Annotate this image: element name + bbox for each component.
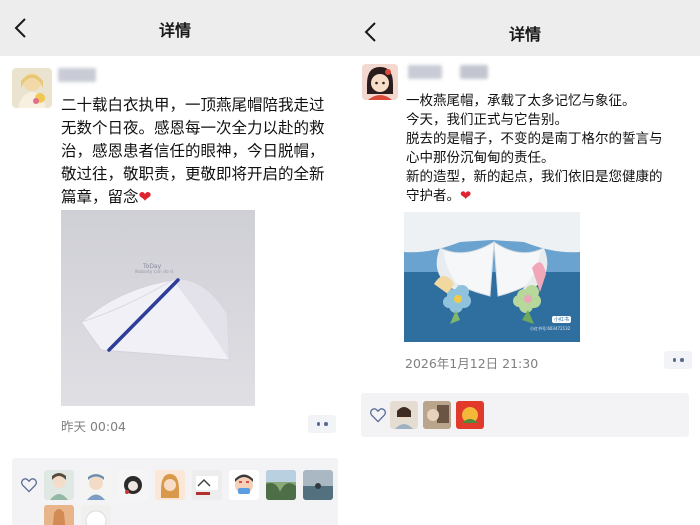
post-line: 守护者。	[406, 188, 460, 204]
post-line: 今天，我们正式与它告别。	[406, 112, 568, 128]
like-avatar[interactable]	[81, 505, 111, 525]
photo-caption: Nobody can do it	[135, 270, 174, 275]
photo-caption: ToDay	[143, 263, 162, 270]
post-line: 敬过往，敬职责，更敬即将开启的全新	[61, 165, 325, 183]
like-avatar[interactable]	[456, 401, 484, 429]
page-title: 详情	[508, 25, 541, 44]
post-timestamp: 昨天 00:04	[61, 419, 126, 434]
nav-bar: 详情	[0, 0, 350, 56]
like-avatar[interactable]	[192, 470, 222, 500]
avatar[interactable]	[12, 68, 52, 108]
post-timestamp: 2026年1月12日 21:30	[405, 356, 539, 371]
post-line: 心中那份沉甸甸的责任。	[406, 150, 555, 166]
more-options-button[interactable]	[308, 415, 336, 433]
heart-emoji: ❤	[138, 188, 152, 206]
user-name-blurred[interactable]	[408, 65, 442, 79]
like-avatar[interactable]	[229, 470, 259, 500]
more-options-button[interactable]	[664, 351, 692, 369]
post-photo[interactable]: 小红书 小红书号:603472132	[404, 212, 580, 342]
like-avatar[interactable]	[390, 401, 418, 429]
like-avatar[interactable]	[44, 470, 74, 500]
photo-watermark-brand: 小红书	[552, 316, 572, 323]
post-line: 脱去的是帽子，不变的是南丁格尔的誓言与	[406, 131, 663, 147]
post-text: 二十载白衣执甲，一顶燕尾帽陪我走过 无数个日夜。感恩每一次全力以赴的救 治，感恩…	[61, 94, 346, 209]
post-line: 无数个日夜。感恩每一次全力以赴的救	[61, 119, 325, 137]
moment-detail-left: 详情 二十载白衣执甲，一顶燕尾帽陪我走过 无数个日夜。感恩每一次全力以赴的救 治…	[0, 0, 350, 525]
avatar[interactable]	[362, 64, 398, 100]
user-name-blurred[interactable]	[460, 65, 488, 79]
post-line: 一枚燕尾帽，承载了太多记忆与象征。	[406, 93, 636, 109]
likes-section	[361, 393, 689, 437]
user-name-blurred[interactable]	[58, 68, 96, 82]
more-dots-icon	[672, 358, 676, 362]
post-line: 治，感恩患者信任的眼神，今日脱帽，	[61, 142, 325, 160]
more-dots-icon	[316, 422, 320, 426]
post-line: 新的造型，新的起点，我们依旧是您健康的	[406, 169, 663, 185]
heart-outline-icon	[369, 408, 387, 423]
more-dots-icon	[680, 358, 684, 362]
more-dots-icon	[324, 422, 328, 426]
heart-emoji: ❤	[460, 188, 472, 204]
page-title: 详情	[158, 21, 191, 40]
like-avatar[interactable]	[303, 470, 333, 500]
moment-detail-right: 详情 一枚燕尾帽，承载了太多记忆与象征。 今天，我们正式与它告别。 脱去的是帽子…	[350, 0, 700, 525]
post-photo[interactable]: ToDay Nobody can do it	[61, 210, 255, 406]
post-text: 一枚燕尾帽，承载了太多记忆与象征。 今天，我们正式与它告别。 脱去的是帽子，不变…	[406, 92, 698, 206]
likes-section	[12, 458, 338, 525]
nav-bar: 详情	[350, 0, 700, 56]
heart-outline-icon	[20, 478, 38, 493]
like-avatar[interactable]	[423, 401, 451, 429]
post-line: 篇章，留念	[61, 188, 139, 206]
post-line: 二十载白衣执甲，一顶燕尾帽陪我走过	[61, 96, 325, 114]
post-line-last: 守护者。❤	[406, 187, 698, 206]
like-avatar[interactable]	[118, 470, 148, 500]
like-avatar[interactable]	[81, 470, 111, 500]
like-avatar[interactable]	[155, 470, 185, 500]
like-avatar[interactable]	[266, 470, 296, 500]
like-avatar[interactable]	[44, 505, 74, 525]
post-line-last: 篇章，留念❤	[61, 186, 346, 209]
photo-watermark-id: 小红书号:603472132	[530, 326, 571, 331]
